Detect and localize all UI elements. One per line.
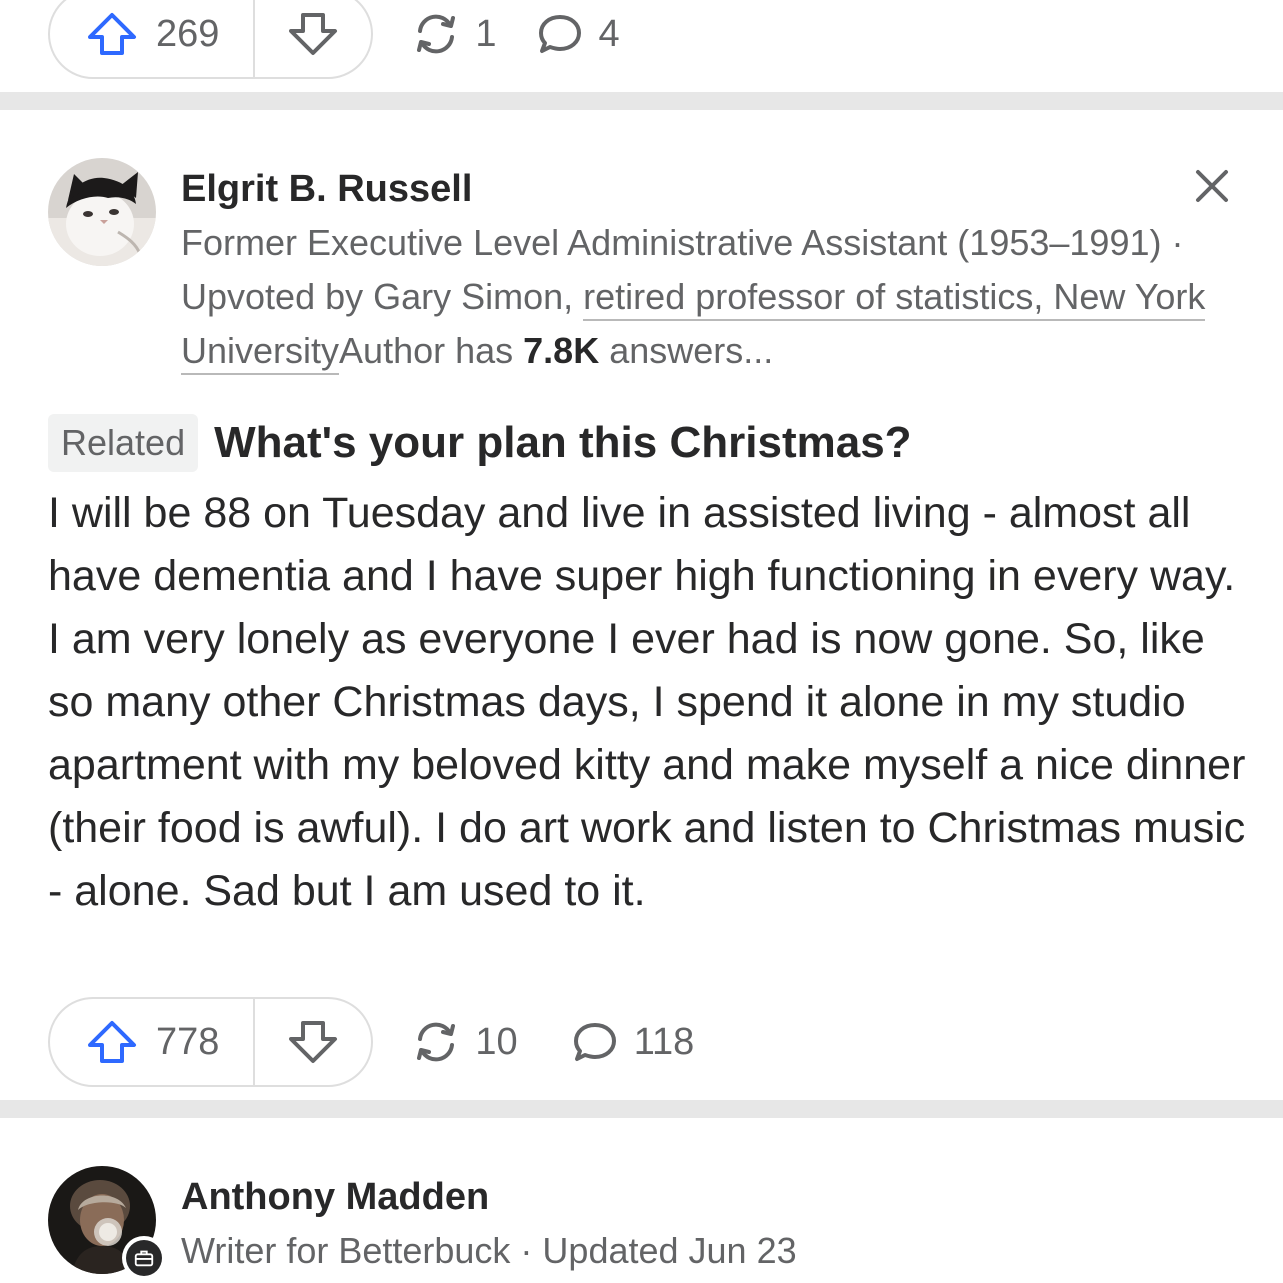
comment-count: 4 [598,12,620,55]
close-icon [1196,170,1228,202]
vote-pill: 269 [48,0,374,79]
answer-body: I will be 88 on Tuesday and live in assi… [48,489,1246,915]
vote-pill: 778 [48,997,374,1087]
answer-action-bar: 778 10 118 [48,997,694,1087]
author-credential: Former Executive Level Administrative As… [181,216,1221,378]
upvote-arrow-icon [88,13,136,55]
downvote-button[interactable] [255,0,371,77]
upvote-button[interactable]: 778 [50,999,256,1085]
top-action-bar: 269 1 4 [48,0,620,79]
related-question-row: Related What's your plan this Christmas? [48,414,912,472]
share-count: 10 [475,1020,518,1063]
author-stats-suffix: answers... [599,330,774,371]
question-title[interactable]: What's your plan this Christmas? [214,418,911,468]
author-stats-text: Author has [339,330,524,371]
share-button[interactable]: 1 [411,11,497,57]
share-icon [417,1022,456,1062]
upvote-count: 778 [156,1020,220,1063]
downvote-button[interactable] [255,999,371,1085]
upvote-arrow-icon [88,1021,136,1063]
cat-avatar-image [48,158,156,266]
downvote-arrow-icon [289,13,338,55]
section-divider [0,92,1283,110]
downvote-arrow-icon [289,1021,338,1063]
author-name[interactable]: Elgrit B. Russell [181,168,472,211]
comment-count: 118 [633,1020,695,1063]
section-divider [0,1100,1283,1118]
upvote-button[interactable]: 269 [50,0,256,77]
comment-icon [573,1023,616,1061]
credential-badge [122,1236,166,1280]
comment-button[interactable]: 4 [535,11,620,57]
comment-icon [538,15,581,53]
author-name[interactable]: Anthony Madden [181,1176,489,1219]
author-credential: Writer for Betterbuck · Updated Jun 23 [181,1230,797,1271]
related-badge: Related [48,414,199,472]
answer-count: 7.8K [523,330,600,371]
author-avatar[interactable] [48,158,156,266]
upvote-count: 269 [156,12,220,55]
briefcase-icon [134,1250,154,1267]
briefcase-badge [126,1240,162,1276]
share-button[interactable]: 10 [411,1019,518,1065]
share-icon [417,14,456,54]
comment-button[interactable]: 118 [570,1019,695,1065]
close-button[interactable] [1188,162,1236,210]
share-count: 1 [475,12,497,55]
